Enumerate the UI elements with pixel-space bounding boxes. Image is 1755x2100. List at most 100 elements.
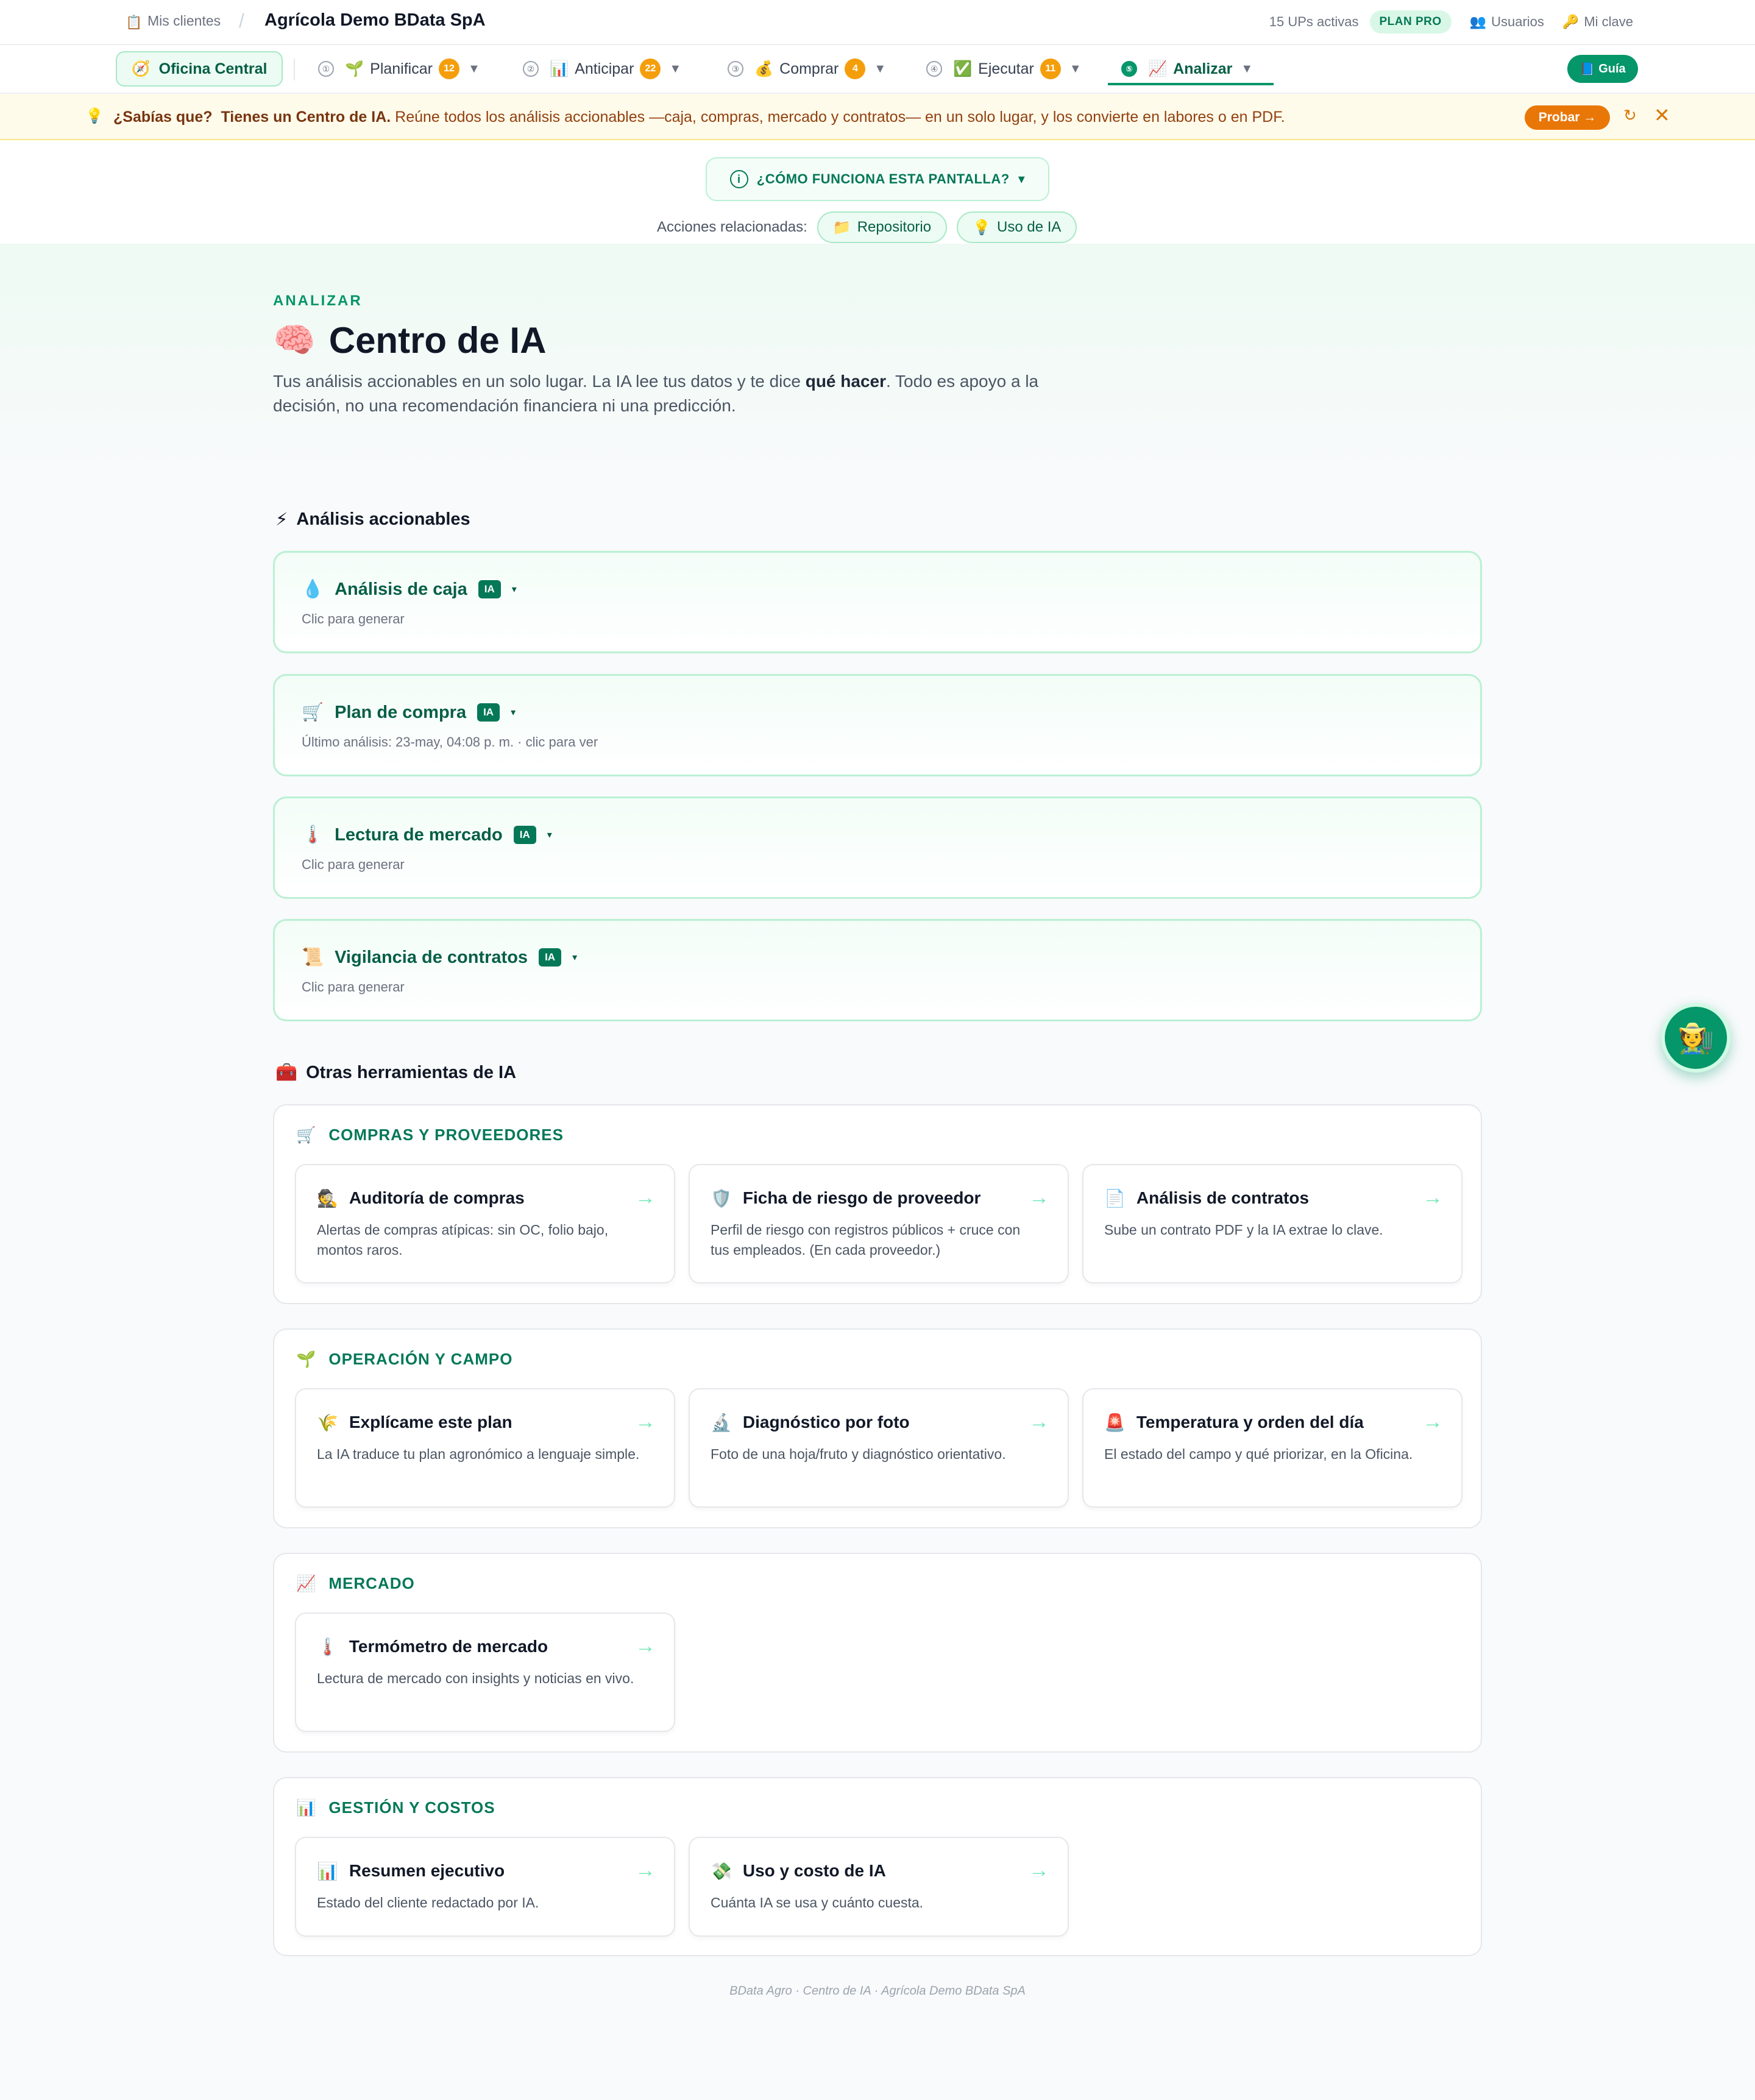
tool-description: Sube un contrato PDF y la IA extrae lo c… [1104, 1222, 1383, 1238]
analysis-card-title: 📜 Vigilancia de contratos IA ▾ [302, 944, 577, 971]
cart-icon: 🛒 [302, 703, 324, 722]
detective-icon: 🕵️ [317, 1188, 338, 1208]
nav-item-comprar[interactable]: ③ 💰 Comprar 4 ▼ [728, 51, 886, 87]
chevron-down-icon[interactable]: ▾ [547, 829, 552, 841]
tool-card-termometro-mercado[interactable]: 🌡️ Termómetro de mercado → Lectura de mer… [295, 1612, 675, 1732]
chevron-down-icon[interactable]: ▼ [468, 62, 480, 76]
arrow-right-icon: → [1422, 1410, 1443, 1433]
nav-home-oficina-central[interactable]: 🧭 Oficina Central [116, 51, 283, 87]
tool-title: 🛡️ Ficha de riesgo de proveedor [711, 1186, 980, 1210]
page-title: 🧠 Centro de IA [273, 317, 546, 363]
chevron-down-icon[interactable]: ▼ [1069, 62, 1082, 76]
tool-description: Cuánta IA se usa y cuánto cuesta. [711, 1895, 924, 1910]
analysis-card-title: 🛒 Plan de compra IA ▾ [302, 699, 516, 726]
main-nav: 🧭 Oficina Central ① 🌱 Planificar 12 ▼ ② … [0, 45, 1755, 94]
clipboard-icon: 📋 [126, 15, 143, 30]
nav-item-analizar[interactable]: ⑤ 📈 Analizar ▼ [1121, 51, 1253, 87]
tool-title-text: Resumen ejecutivo [349, 1861, 505, 1880]
nav-count-badge: 4 [845, 59, 866, 79]
desc-part: Tus análisis accionables en un solo luga… [273, 372, 806, 391]
active-ups-count: 15 UPs activas [1269, 14, 1359, 29]
guide-button[interactable]: 📘 Guía [1567, 55, 1638, 83]
step-2-icon: ② [523, 61, 539, 77]
tool-card-temperatura-dia[interactable]: 🚨 Temperatura y orden del día → El estado… [1082, 1388, 1462, 1508]
thermometer-icon: 🌡️ [317, 1637, 338, 1656]
plan-badge: PLAN PRO [1369, 10, 1452, 34]
ia-badge: IA [478, 580, 501, 598]
tool-description: Estado del cliente redactado por IA. [317, 1895, 539, 1910]
arrow-right-icon: → [635, 1410, 656, 1433]
tool-title-text: Análisis de contratos [1136, 1188, 1310, 1207]
step-5-icon: ⑤ [1121, 61, 1137, 77]
how-it-works-label: ¿CÓMO FUNCIONA ESTA PANTALLA? [756, 171, 1010, 186]
tool-group-operacion: 🌱 OPERACIÓN Y CAMPO 🌾 Explícame este plan… [273, 1328, 1482, 1528]
nav-item-ejecutar[interactable]: ④ ✅ Ejecutar 11 ▼ [926, 51, 1082, 87]
tool-card-resumen-ejecutivo[interactable]: 📊 Resumen ejecutivo → Estado del cliente … [295, 1837, 675, 1937]
tool-title: 🚨 Temperatura y orden del día [1104, 1410, 1364, 1435]
nav-item-anticipar[interactable]: ② 📊 Anticipar 22 ▼ [523, 51, 681, 87]
tool-card-diagnostico-foto[interactable]: 🔬 Diagnóstico por foto → Foto de una hoja… [689, 1388, 1069, 1508]
nav-item-label: Comprar [779, 60, 839, 77]
arrow-right-icon: → [1029, 1859, 1049, 1882]
assistant-fab-button[interactable]: 🧑‍🌾 [1661, 1003, 1731, 1073]
tool-title-text: Termómetro de mercado [349, 1637, 548, 1656]
tool-title: 🌾 Explícame este plan [317, 1410, 512, 1435]
tool-group-mercado: 📈 MERCADO 🌡️ Termómetro de mercado → Lect… [273, 1553, 1482, 1753]
try-button[interactable]: Probar → [1525, 105, 1610, 130]
chevron-down-icon[interactable]: ▼ [874, 62, 886, 76]
analysis-card-title: 🌡️ Lectura de mercado IA ▾ [302, 821, 552, 848]
related-actions-label: Acciones relacionadas: [657, 219, 807, 235]
chevron-down-icon[interactable]: ▾ [512, 583, 517, 595]
money-bag-icon: 💰 [754, 60, 774, 77]
group-title: 🌱 OPERACIÓN Y CAMPO [296, 1347, 512, 1371]
chevron-down-icon[interactable]: ▾ [572, 951, 577, 963]
tool-card-auditoria-compras[interactable]: 🕵️ Auditoría de compras → Alertas de comp… [295, 1164, 675, 1283]
chevron-down-icon[interactable]: ▼ [669, 62, 681, 76]
tool-card-analisis-contratos[interactable]: 📄 Análisis de contratos → Sube un contrat… [1082, 1164, 1462, 1283]
chevron-down-icon[interactable]: ▼ [1241, 62, 1253, 76]
microscope-icon: 🔬 [711, 1413, 732, 1432]
tool-card-uso-costo-ia[interactable]: 💸 Uso y costo de IA → Cuánta IA se usa y … [689, 1837, 1069, 1937]
analysis-card-mercado[interactable]: 🌡️ Lectura de mercado IA ▾ Clic para gen… [273, 796, 1482, 899]
my-key-link[interactable]: 🔑 Mi clave [1562, 14, 1633, 30]
trend-chart-icon: 📈 [296, 1573, 317, 1592]
tool-description: Foto de una hoja/fruto y diagnóstico ori… [711, 1446, 1006, 1462]
tip-text: ¿Sabías que? Tienes un Centro de IA. Reú… [113, 108, 1285, 126]
how-it-works-toggle[interactable]: i ¿CÓMO FUNCIONA ESTA PANTALLA? ▾ [706, 157, 1049, 201]
bar-chart-icon: 📊 [550, 60, 569, 77]
tool-title-text: Ficha de riesgo de proveedor [742, 1188, 981, 1207]
analysis-card-contratos[interactable]: 📜 Vigilancia de contratos IA ▾ Clic para… [273, 919, 1482, 1021]
close-icon[interactable]: ✕ [1654, 104, 1670, 127]
arrow-right-icon: → [635, 1634, 656, 1658]
users-link[interactable]: 👥 Usuarios [1470, 14, 1544, 30]
tool-title: 📊 Resumen ejecutivo [317, 1859, 505, 1883]
analysis-card-status: Último análisis: 23-may, 04:08 p. m. · c… [302, 734, 598, 750]
page-title-text: Centro de IA [328, 319, 547, 361]
refresh-icon[interactable]: ↻ [1623, 106, 1637, 125]
related-uso-ia-button[interactable]: 💡 Uso de IA [957, 211, 1077, 243]
info-icon: i [729, 170, 748, 188]
related-button-label: Repositorio [857, 219, 932, 235]
analysis-card-plan-compra[interactable]: 🛒 Plan de compra IA ▾ Último análisis: 2… [273, 674, 1482, 776]
top-bar: 📋 Mis clientes / Agrícola Demo BData SpA… [0, 0, 1755, 45]
farmer-icon: 🧑‍🌾 [1678, 1022, 1714, 1055]
tool-title: 🕵️ Auditoría de compras [317, 1186, 525, 1210]
section-title-text: Análisis accionables [296, 509, 470, 529]
analysis-title-text: Análisis de caja [335, 579, 467, 599]
nav-item-label: Analizar [1173, 60, 1233, 77]
section-title-text: Otras herramientas de IA [306, 1062, 517, 1082]
check-mark-icon: ✅ [953, 60, 973, 77]
scroll-icon: 📜 [302, 948, 324, 967]
tool-card-explicame-plan[interactable]: 🌾 Explícame este plan → La IA traduce tu … [295, 1388, 675, 1508]
tool-card-ficha-riesgo[interactable]: 🛡️ Ficha de riesgo de proveedor → Perfil … [689, 1164, 1069, 1283]
breadcrumb-my-clients-link[interactable]: Mis clientes [147, 13, 221, 29]
tip-banner: 💡 ¿Sabías que? Tienes un Centro de IA. R… [0, 94, 1755, 140]
group-title-text: GESTIÓN Y COSTOS [328, 1798, 495, 1817]
analysis-card-caja[interactable]: 💧 Análisis de caja IA ▾ Clic para genera… [273, 551, 1482, 653]
chevron-down-icon[interactable]: ▾ [511, 706, 516, 718]
nav-count-badge: 11 [1040, 59, 1061, 79]
related-repositorio-button[interactable]: 📁 Repositorio [817, 211, 948, 243]
nav-item-planificar[interactable]: ① 🌱 Planificar 12 ▼ [318, 51, 480, 87]
lightbulb-icon: 💡 [973, 219, 991, 236]
tool-title-text: Temperatura y orden del día [1136, 1413, 1364, 1431]
